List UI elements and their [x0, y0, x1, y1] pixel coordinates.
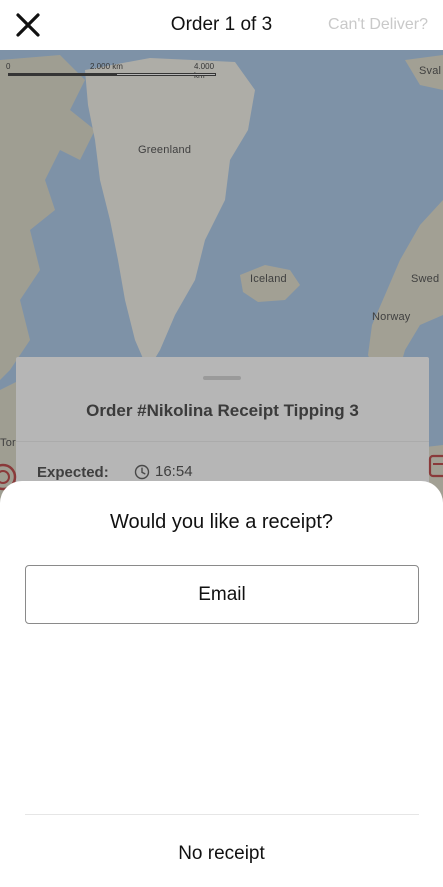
- sheet-divider: [25, 814, 419, 815]
- email-receipt-button[interactable]: Email: [25, 565, 419, 624]
- close-icon: [16, 13, 40, 37]
- top-bar: Order 1 of 3 Can't Deliver?: [0, 0, 443, 50]
- sheet-title: Would you like a receipt?: [109, 511, 334, 533]
- no-receipt-button[interactable]: No receipt: [0, 843, 443, 865]
- receipt-sheet: Would you like a receipt? Email No recei…: [0, 481, 443, 887]
- modal-backdrop[interactable]: [0, 50, 443, 510]
- cant-deliver-button[interactable]: Can't Deliver?: [328, 16, 428, 34]
- close-button[interactable]: [12, 9, 44, 41]
